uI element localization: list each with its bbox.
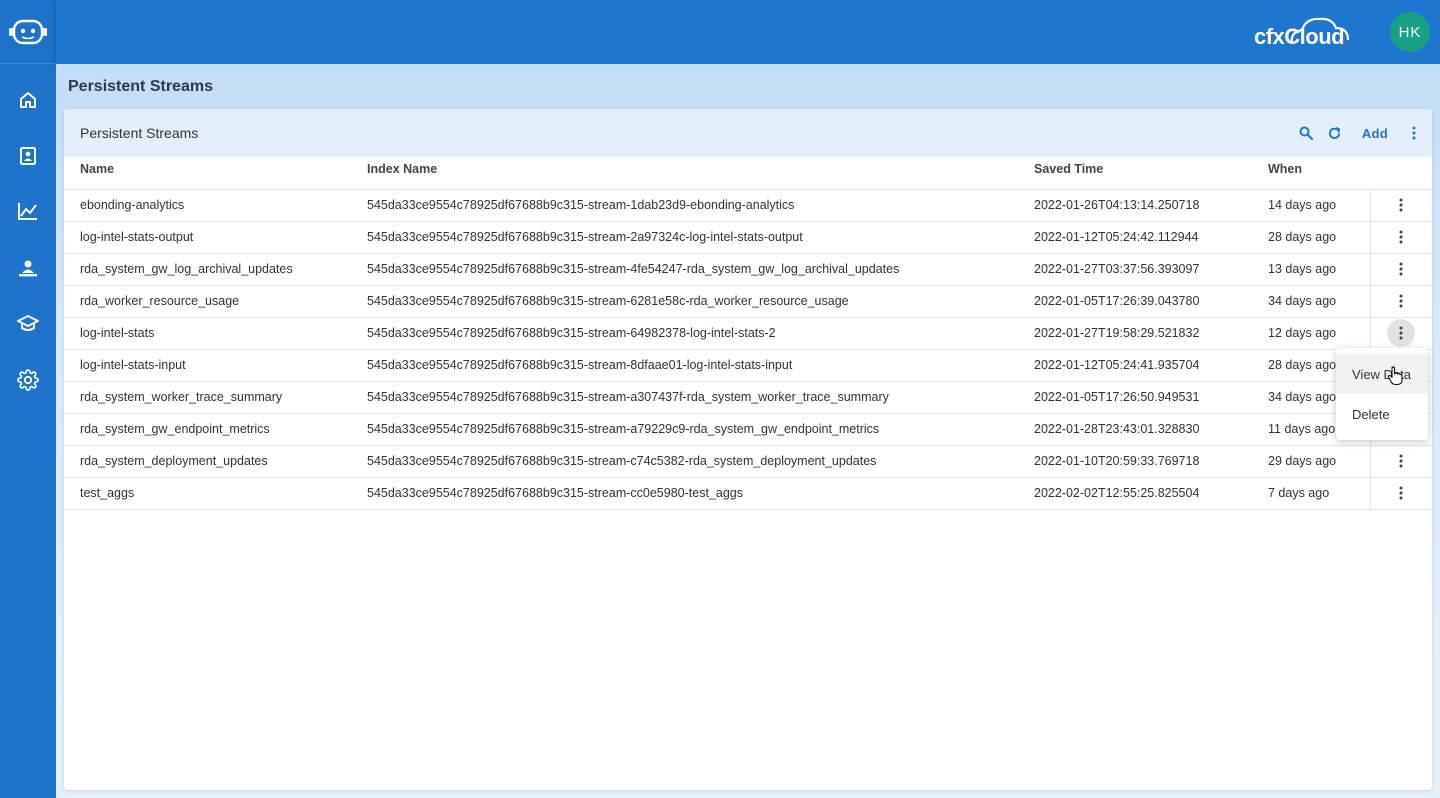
cell-saved-time: 2022-01-05T17:26:39.043780 [1018,285,1252,318]
sidebar [0,0,56,798]
cell-name: test_aggs [64,477,351,510]
menu-item-view-data[interactable]: View Data [1336,354,1428,394]
cell-actions [1369,317,1432,350]
row-more-vertical-icon[interactable] [1387,223,1415,251]
refresh-icon[interactable] [1327,126,1342,141]
cell-saved-time: 2022-01-05T17:26:50.949531 [1018,381,1252,414]
row-more-vertical-icon[interactable] [1387,255,1415,283]
sidebar-item-settings[interactable] [0,360,56,404]
cell-index-name: 545da33ce9554c78925df67688b9c315-stream-… [351,285,1018,318]
table-row[interactable]: rda_system_gw_endpoint_metrics 545da33ce9… [64,413,1432,446]
cell-when: 29 days ago [1252,445,1370,478]
table-row[interactable]: rda_worker_resource_usage 545da33ce9554c7… [64,285,1432,318]
card-title: Persistent Streams [80,125,199,141]
row-more-vertical-icon[interactable] [1387,447,1415,475]
sidebar-item-contacts[interactable] [0,136,56,180]
cell-saved-time: 2022-01-10T20:59:33.769718 [1018,445,1252,478]
user-avatar[interactable]: HK [1390,12,1430,52]
user-desk-icon [17,259,39,284]
cell-actions [1369,445,1432,478]
cell-actions [1369,477,1432,510]
cell-name: rda_system_deployment_updates [64,445,351,478]
search-icon[interactable] [1299,126,1313,140]
education-icon [17,314,39,339]
cell-saved-time: 2022-01-28T23:43:01.328830 [1018,413,1252,446]
contacts-icon [18,146,38,171]
cell-when: 7 days ago [1252,477,1370,510]
robot-logo-icon[interactable] [0,0,56,64]
cell-name: ebonding-analytics [64,189,351,222]
cell-saved-time: 2022-01-12T05:24:42.112944 [1018,221,1252,254]
table-row[interactable]: test_aggs 545da33ce9554c78925df67688b9c31… [64,477,1432,510]
cell-saved-time: 2022-01-26T04:13:14.250718 [1018,189,1252,222]
cell-saved-time: 2022-01-27T19:58:29.521832 [1018,317,1252,350]
column-header-actions [1370,157,1432,190]
cell-index-name: 545da33ce9554c78925df67688b9c315-stream-… [351,221,1018,254]
card-header: Persistent Streams Add [64,109,1432,157]
cell-name: rda_system_gw_log_archival_updates [64,253,351,286]
column-header-when[interactable]: When [1252,157,1370,190]
cell-name: rda_worker_resource_usage [64,285,351,318]
brand-logo: cfxCloud [1254,16,1352,50]
column-header-index-name[interactable]: Index Name [351,157,1018,190]
sidebar-item-home[interactable] [0,80,56,124]
streams-card: Persistent Streams Add Name Index Name S… [64,109,1432,790]
cell-name: rda_system_worker_trace_summary [64,381,351,414]
column-header-name[interactable]: Name [64,157,351,190]
cell-index-name: 545da33ce9554c78925df67688b9c315-stream-… [351,349,1018,382]
page-title: Persistent Streams [68,78,213,95]
table-row[interactable]: log-intel-stats-output 545da33ce9554c7892… [64,221,1432,254]
more-vertical-icon[interactable] [1412,126,1416,140]
cell-index-name: 545da33ce9554c78925df67688b9c315-stream-… [351,381,1018,414]
sidebar-item-users[interactable] [0,249,56,293]
cell-index-name: 545da33ce9554c78925df67688b9c315-stream-… [351,189,1018,222]
cell-actions [1369,285,1432,318]
cell-index-name: 545da33ce9554c78925df67688b9c315-stream-… [351,413,1018,446]
settings-gear-icon [17,368,39,396]
cell-when: 34 days ago [1252,285,1370,318]
cell-name: log-intel-stats-input [64,349,351,382]
cell-index-name: 545da33ce9554c78925df67688b9c315-stream-… [351,317,1018,350]
cell-when: 28 days ago [1252,221,1370,254]
cell-actions [1369,189,1432,222]
cell-saved-time: 2022-02-02T12:55:25.825504 [1018,477,1252,510]
sidebar-item-analytics[interactable] [0,191,56,235]
row-more-vertical-icon[interactable] [1387,319,1416,347]
hand-pointer-cursor-icon [1387,366,1403,391]
cell-name: log-intel-stats-output [64,221,351,254]
table-row[interactable]: rda_system_gw_log_archival_updates 545da3… [64,253,1432,286]
card-actions: Add [1285,109,1416,157]
home-icon [18,90,38,115]
table-row[interactable]: log-intel-stats-input 545da33ce9554c78925… [64,349,1432,382]
table-row[interactable]: rda_system_deployment_updates 545da33ce95… [64,445,1432,478]
cell-when: 13 days ago [1252,253,1370,286]
row-more-vertical-icon[interactable] [1387,479,1415,507]
cell-name: log-intel-stats [64,317,351,350]
table-row[interactable]: rda_system_worker_trace_summary 545da33ce… [64,381,1432,414]
sidebar-item-learning[interactable] [0,304,56,348]
table-header-row: Name Index Name Saved Time When [64,157,1432,190]
cell-index-name: 545da33ce9554c78925df67688b9c315-stream-… [351,253,1018,286]
column-header-saved-time[interactable]: Saved Time [1018,157,1252,190]
cell-actions [1369,221,1432,254]
top-bar: cfxCloud HK [56,0,1440,64]
row-more-vertical-icon[interactable] [1387,287,1415,315]
cell-index-name: 545da33ce9554c78925df67688b9c315-stream-… [351,477,1018,510]
cell-actions [1369,253,1432,286]
cell-when: 12 days ago [1252,317,1370,350]
menu-item-delete[interactable]: Delete [1336,394,1428,434]
table-row[interactable]: log-intel-stats 545da33ce9554c78925df6768… [64,317,1432,350]
streams-table: Name Index Name Saved Time When ebonding… [64,157,1432,510]
add-button[interactable]: Add [1362,126,1388,141]
cell-index-name: 545da33ce9554c78925df67688b9c315-stream-… [351,445,1018,478]
row-action-menu: View Data Delete [1336,348,1428,440]
cell-saved-time: 2022-01-12T05:24:41.935704 [1018,349,1252,382]
cell-when: 14 days ago [1252,189,1370,222]
brand-name: cfxCloud [1254,24,1345,49]
row-more-vertical-icon[interactable] [1387,191,1415,219]
cell-name: rda_system_gw_endpoint_metrics [64,413,351,446]
table-row[interactable]: ebonding-analytics 545da33ce9554c78925df6… [64,189,1432,222]
analytics-chart-icon [17,201,39,226]
cell-saved-time: 2022-01-27T03:37:56.393097 [1018,253,1252,286]
